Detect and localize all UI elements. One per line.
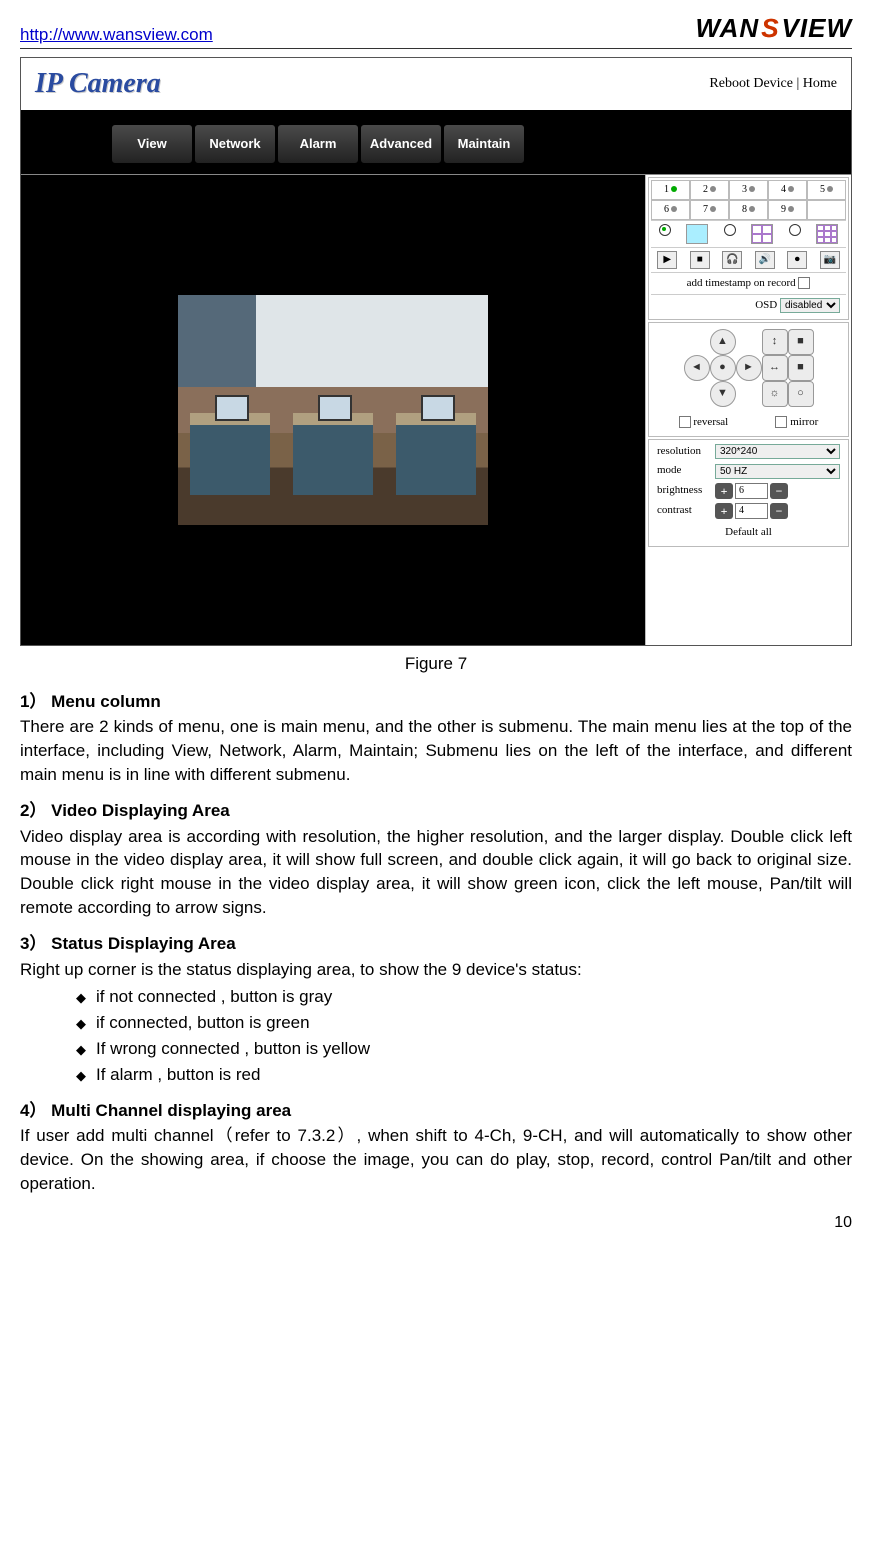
ptz-io1-icon[interactable]: ☼ bbox=[762, 381, 788, 407]
settings-panel: resolution 320*240 mode 50 HZ brightness… bbox=[648, 439, 849, 547]
ptz-vpatrol-icon[interactable]: ↕ bbox=[762, 329, 788, 355]
menu-alarm[interactable]: Alarm bbox=[277, 124, 359, 164]
figure-caption: Figure 7 bbox=[20, 652, 852, 676]
channel-2[interactable]: 2 bbox=[690, 180, 729, 200]
section-2-body: Video display area is according with res… bbox=[20, 825, 852, 920]
menu-view[interactable]: View bbox=[111, 124, 193, 164]
audio-icon[interactable]: 🎧 bbox=[722, 251, 742, 269]
mode-select[interactable]: 50 HZ bbox=[715, 464, 840, 479]
channel-4[interactable]: 4 bbox=[768, 180, 807, 200]
status-item: If wrong connected , button is yellow bbox=[76, 1037, 852, 1061]
app-top-bar: IP Camera Reboot Device | Home bbox=[21, 58, 851, 109]
video-display-area[interactable] bbox=[21, 175, 645, 645]
page-number: 10 bbox=[20, 1212, 852, 1234]
osd-row: OSD disabled bbox=[651, 294, 846, 316]
ptz-right-icon[interactable]: ► bbox=[736, 355, 762, 381]
layout-selector bbox=[651, 220, 846, 247]
contrast-plus[interactable]: + bbox=[715, 503, 733, 519]
status-item: If alarm , button is red bbox=[76, 1063, 852, 1087]
ptz-up-icon[interactable]: ▲ bbox=[710, 329, 736, 355]
section-1-heading: 1） Menu column bbox=[20, 690, 852, 714]
top-links[interactable]: Reboot Device | Home bbox=[709, 74, 837, 94]
channel-8[interactable]: 8 bbox=[729, 200, 768, 220]
page-header: http://www.wansview.com WANSVIEW bbox=[20, 10, 852, 49]
main-menu: View Network Alarm Advanced Maintain bbox=[21, 124, 851, 164]
channel-3[interactable]: 3 bbox=[729, 180, 768, 200]
section-3-heading: 3） Status Displaying Area bbox=[20, 932, 852, 956]
record-icon[interactable]: ⏺ bbox=[787, 251, 807, 269]
play-icon[interactable]: ▶ bbox=[657, 251, 677, 269]
layout-4-icon[interactable] bbox=[751, 224, 773, 244]
default-all-button[interactable]: Default all bbox=[651, 521, 846, 544]
contrast-value: 4 bbox=[735, 503, 768, 519]
menu-advanced[interactable]: Advanced bbox=[360, 124, 442, 164]
resolution-select[interactable]: 320*240 bbox=[715, 444, 840, 459]
layout-4-radio[interactable] bbox=[724, 224, 736, 236]
ptz-left-icon[interactable]: ◄ bbox=[684, 355, 710, 381]
ptz-pad: ▲ ↕ ■ ◄ ● ► ↔ ■ ▼ ☼ ○ bbox=[651, 325, 846, 411]
brightness-plus[interactable]: + bbox=[715, 483, 733, 499]
timestamp-checkbox[interactable] bbox=[798, 277, 810, 289]
section-2-heading: 2） Video Displaying Area bbox=[20, 799, 852, 823]
resolution-row: resolution 320*240 bbox=[651, 442, 846, 461]
contrast-row: contrast + 4 − bbox=[651, 501, 846, 521]
ipcamera-logo: IP Camera bbox=[35, 64, 161, 103]
ptz-stop-icon[interactable]: ■ bbox=[788, 329, 814, 355]
section-3-body: Right up corner is the status displaying… bbox=[20, 958, 852, 982]
status-item: if connected, button is green bbox=[76, 1011, 852, 1035]
menu-maintain[interactable]: Maintain bbox=[443, 124, 525, 164]
status-list: if not connected , button is gray if con… bbox=[20, 985, 852, 1086]
layout-1-radio[interactable] bbox=[659, 224, 671, 236]
channel-9[interactable]: 9 bbox=[768, 200, 807, 220]
wansview-logo: WANSVIEW bbox=[696, 10, 852, 46]
snapshot-icon[interactable]: 📷 bbox=[820, 251, 840, 269]
layout-9-icon[interactable] bbox=[816, 224, 838, 244]
reversal-checkbox[interactable] bbox=[679, 416, 691, 428]
contrast-minus[interactable]: − bbox=[770, 503, 788, 519]
main-area: 1 2 3 4 5 6 7 8 9 bbox=[21, 174, 851, 645]
mirror-checkbox[interactable] bbox=[775, 416, 787, 428]
channel-6[interactable]: 6 bbox=[651, 200, 690, 220]
mic-icon[interactable]: 🔊 bbox=[755, 251, 775, 269]
brightness-minus[interactable]: − bbox=[770, 483, 788, 499]
timestamp-row: add timestamp on record bbox=[651, 272, 846, 294]
channel-status-grid: 1 2 3 4 5 6 7 8 9 bbox=[651, 180, 846, 220]
ptz-panel: ▲ ↕ ■ ◄ ● ► ↔ ■ ▼ ☼ ○ reversal bbox=[648, 322, 849, 437]
layout-9-radio[interactable] bbox=[789, 224, 801, 236]
channel-1[interactable]: 1 bbox=[651, 180, 690, 200]
mode-row: mode 50 HZ bbox=[651, 461, 846, 480]
section-1-body: There are 2 kinds of menu, one is main m… bbox=[20, 715, 852, 786]
channel-5[interactable]: 5 bbox=[807, 180, 846, 200]
playback-controls: ▶ ■ 🎧 🔊 ⏺ 📷 bbox=[651, 247, 846, 272]
app-screenshot: IP Camera Reboot Device | Home View Netw… bbox=[20, 57, 852, 645]
status-item: if not connected , button is gray bbox=[76, 985, 852, 1009]
ptz-stop2-icon[interactable]: ■ bbox=[788, 355, 814, 381]
side-panel: 1 2 3 4 5 6 7 8 9 bbox=[645, 175, 851, 645]
ptz-down-icon[interactable]: ▼ bbox=[710, 381, 736, 407]
section-4-heading: 4） Multi Channel displaying area bbox=[20, 1099, 852, 1123]
source-url-link[interactable]: http://www.wansview.com bbox=[20, 23, 213, 47]
ptz-hpatrol-icon[interactable]: ↔ bbox=[762, 355, 788, 381]
brightness-value: 6 bbox=[735, 483, 768, 499]
ptz-io2-icon[interactable]: ○ bbox=[788, 381, 814, 407]
section-4-body: If user add multi channel（refer to 7.3.2… bbox=[20, 1124, 852, 1195]
divider bbox=[21, 110, 851, 124]
divider bbox=[21, 164, 851, 174]
brightness-row: brightness + 6 − bbox=[651, 481, 846, 501]
layout-1-icon[interactable] bbox=[686, 224, 708, 244]
stop-icon[interactable]: ■ bbox=[690, 251, 710, 269]
osd-select[interactable]: disabled bbox=[780, 298, 840, 313]
channel-7[interactable]: 7 bbox=[690, 200, 729, 220]
status-panel: 1 2 3 4 5 6 7 8 9 bbox=[648, 177, 849, 320]
flip-row: reversal mirror bbox=[651, 411, 846, 434]
ptz-center-icon[interactable]: ● bbox=[710, 355, 736, 381]
menu-network[interactable]: Network bbox=[194, 124, 276, 164]
video-feed-office bbox=[178, 295, 488, 525]
